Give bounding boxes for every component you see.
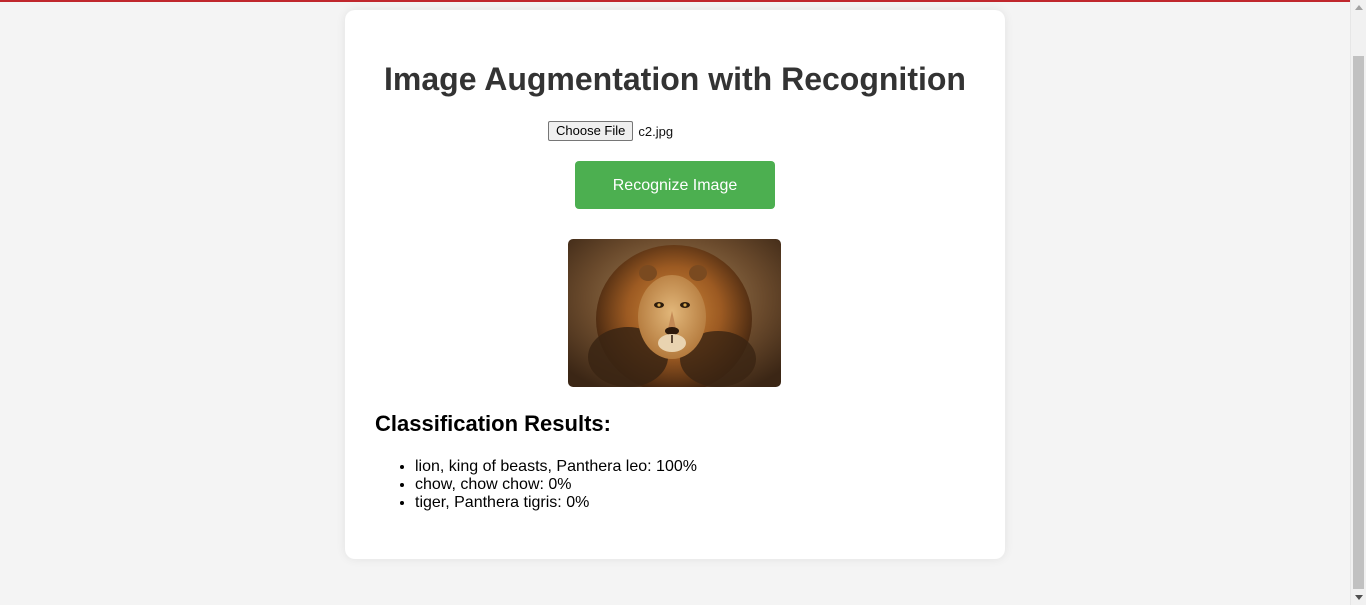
scroll-down-arrow-icon[interactable] xyxy=(1355,595,1363,600)
result-item: lion, king of beasts, Panthera leo: 100% xyxy=(415,458,697,476)
scrollbar-thumb[interactable] xyxy=(1353,56,1364,589)
classification-results-heading: Classification Results: xyxy=(375,411,611,436)
selected-file-name: c2.jpg xyxy=(638,123,674,139)
vertical-scrollbar[interactable] xyxy=(1350,0,1366,605)
lion-photo-icon xyxy=(568,239,781,387)
classification-results-list: lion, king of beasts, Panthera leo: 100%… xyxy=(375,458,697,512)
page-title: Image Augmentation with Recognition xyxy=(384,61,966,97)
result-item: chow, chow chow: 0% xyxy=(415,476,697,494)
main-card: Image Augmentation with Recognition Choo… xyxy=(345,10,1005,559)
top-accent-bar xyxy=(0,0,1350,2)
scroll-up-arrow-icon[interactable] xyxy=(1355,5,1363,10)
uploaded-image-preview xyxy=(568,239,781,387)
file-input[interactable]: Choose File c2.jpg xyxy=(548,121,673,141)
result-item: tiger, Panthera tigris: 0% xyxy=(415,494,697,512)
choose-file-button[interactable]: Choose File xyxy=(548,121,634,141)
recognize-image-button[interactable]: Recognize Image xyxy=(575,161,775,209)
